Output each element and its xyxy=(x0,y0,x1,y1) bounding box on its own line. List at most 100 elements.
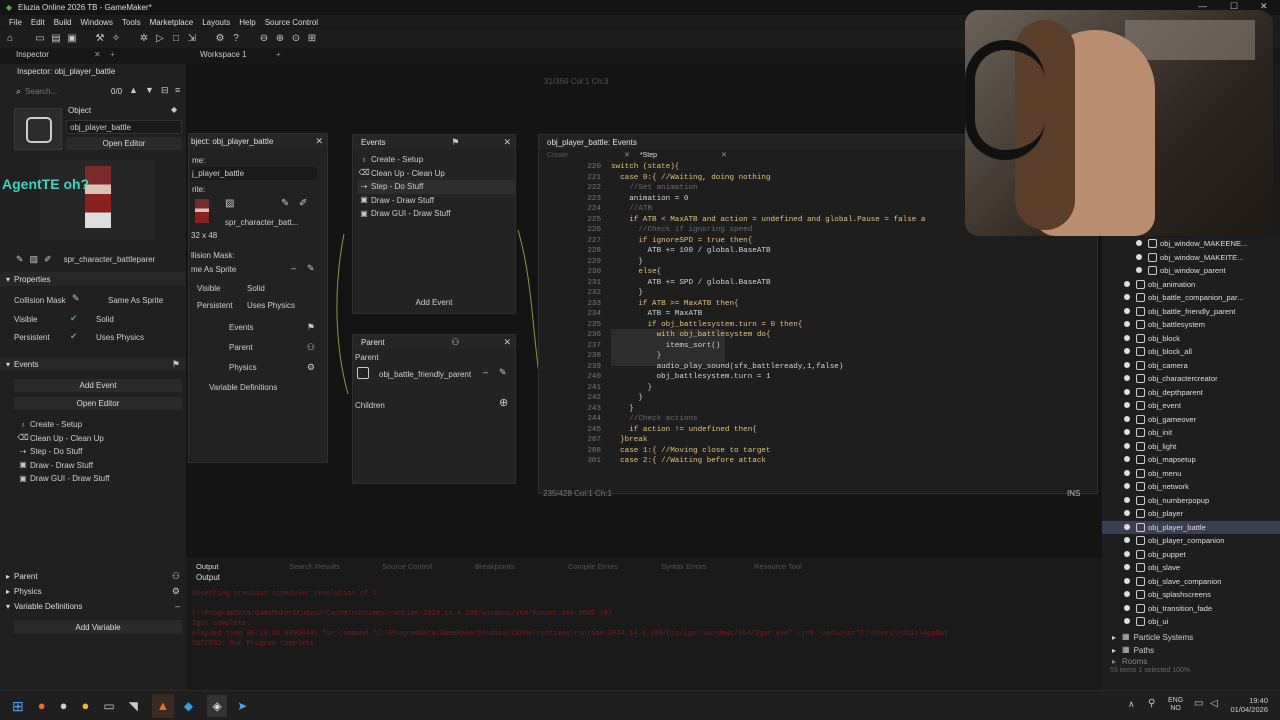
sprite-value[interactable]: spr_character_batt... xyxy=(225,218,298,227)
resource-item[interactable]: obj_gameover xyxy=(1102,413,1280,427)
hierarchy-icon[interactable]: ⚇ xyxy=(451,337,459,347)
resource-item[interactable]: obj_mapsetup xyxy=(1102,453,1280,467)
menu-marketplace[interactable]: Marketplace xyxy=(150,18,194,27)
parent-button[interactable]: Parent ⚇ xyxy=(189,339,319,355)
code-line[interactable]: if ATB >= MaxATB then{ xyxy=(611,299,1091,310)
resource-item[interactable]: obj_block xyxy=(1102,332,1280,346)
resource-item[interactable]: obj_window_MAKEITE... xyxy=(1102,251,1280,265)
name-field[interactable]: j_player_battle xyxy=(191,167,317,180)
menu-build[interactable]: Build xyxy=(54,18,72,27)
menu-help[interactable]: Help xyxy=(239,18,255,27)
zoom-in-icon[interactable]: ⊕ xyxy=(272,31,288,47)
clean-icon[interactable]: ✧ xyxy=(108,31,124,47)
edit-sprite-icon[interactable]: ✎ xyxy=(281,199,289,209)
menu-windows[interactable]: Windows xyxy=(80,18,112,27)
output-tab[interactable]: Compile Errors xyxy=(558,562,651,571)
folder-rooms[interactable]: ▸ Rooms xyxy=(1102,657,1280,667)
chevron-down-icon[interactable]: ▼ xyxy=(145,86,154,95)
zoom-out-icon[interactable]: ⊖ xyxy=(256,31,272,47)
collision-mask-value[interactable]: me As Sprite xyxy=(191,265,236,274)
persistent-checkbox[interactable]: ✔ xyxy=(70,331,78,342)
list-item[interactable]: ⇢ Step - Do Stuff xyxy=(16,445,186,459)
list-item[interactable]: ⌫ Clean Up - Clean Up xyxy=(357,167,515,181)
physics-section[interactable]: ▸ Physics ⚙ xyxy=(0,584,186,598)
list-item[interactable]: ⇢ Step - Do Stuff xyxy=(357,180,515,194)
events-header[interactable]: ▾ Events ⚑ xyxy=(0,357,186,371)
run-icon[interactable]: ▷ xyxy=(152,31,168,47)
save-icon[interactable]: ▣ xyxy=(64,31,80,47)
open-editor-events-button[interactable]: Open Editor xyxy=(14,397,182,410)
list-item[interactable]: ♁ Create - Setup xyxy=(357,153,515,167)
resource-item[interactable]: obj_event xyxy=(1102,399,1280,413)
code-line[interactable]: } xyxy=(611,404,1091,415)
code-line[interactable]: } xyxy=(611,351,1091,362)
list-item[interactable]: ▣ Draw GUI - Draw Stuff xyxy=(357,207,515,221)
visible-checkbox[interactable]: ✔ xyxy=(70,313,78,324)
resource-item[interactable]: obj_window_parent xyxy=(1102,264,1280,278)
resource-item[interactable]: obj_light xyxy=(1102,440,1280,454)
code-line[interactable]: } xyxy=(611,257,1091,268)
resource-item[interactable]: obj_network xyxy=(1102,480,1280,494)
clock[interactable]: 19:40 01/04/2026 xyxy=(1226,696,1268,714)
chevron-up-icon[interactable]: ▲ xyxy=(129,86,138,95)
windows-start-icon[interactable]: ⊞ xyxy=(12,699,24,713)
resource-item[interactable]: obj_init xyxy=(1102,426,1280,440)
physics-button[interactable]: Physics ⚙ xyxy=(189,359,319,375)
search-input[interactable]: Search... xyxy=(25,87,57,96)
object-name-field[interactable]: obj_player_battle xyxy=(66,120,182,134)
menu-tools[interactable]: Tools xyxy=(122,18,141,27)
chevron-up-icon[interactable]: ∧ xyxy=(1128,700,1135,709)
edit-mask-icon[interactable]: ✎ xyxy=(72,294,80,303)
language-indicator[interactable]: ENG NO xyxy=(1168,697,1183,713)
resource-item[interactable]: obj_battle_friendly_parent xyxy=(1102,305,1280,319)
close-icon[interactable]: ✕ xyxy=(624,151,630,159)
grid-icon[interactable]: ⊞ xyxy=(304,31,320,47)
list-item[interactable]: ▣ Draw - Draw Stuff xyxy=(16,459,186,473)
collision-mask-value[interactable]: Same As Sprite xyxy=(108,296,163,305)
resource-item[interactable]: obj_charactercreator xyxy=(1102,372,1280,386)
code-line[interactable]: ATB += SPD / global.BaseATB xyxy=(611,278,1091,289)
resource-item[interactable]: obj_camera xyxy=(1102,359,1280,373)
resource-item[interactable]: obj_battle_companion_par... xyxy=(1102,291,1280,305)
telegram-icon[interactable]: ➤ xyxy=(237,700,247,712)
open-editor-button[interactable]: Open Editor xyxy=(66,137,182,150)
list-item[interactable]: ▣ Draw GUI - Draw Stuff xyxy=(16,472,186,486)
code-line[interactable]: } xyxy=(611,288,1091,299)
resource-item[interactable]: obj_depthparent xyxy=(1102,386,1280,400)
gamemaker-taskbar-icon[interactable]: ◈ xyxy=(207,694,228,717)
resource-item[interactable]: obj_puppet xyxy=(1102,548,1280,562)
tag-icon[interactable]: ◆ xyxy=(171,106,177,114)
resource-item[interactable]: obj_menu xyxy=(1102,467,1280,481)
code-line[interactable]: audio_play_sound(sfx_battleready,1,false… xyxy=(611,362,1091,373)
chrome-icon[interactable]: ● xyxy=(81,699,89,712)
app-icon[interactable]: ◥ xyxy=(129,700,138,712)
code-line[interactable]: obj_battlesystem.turn = 1 xyxy=(611,372,1091,383)
code-line[interactable]: if obj_battlesystem.turn = 0 then{ xyxy=(611,320,1091,331)
open-folder-icon[interactable]: ▤ xyxy=(48,31,64,47)
resource-item[interactable]: obj_numberpopup xyxy=(1102,494,1280,508)
close-icon[interactable]: ✕ xyxy=(503,337,511,347)
output-tab[interactable]: Output xyxy=(186,562,279,571)
output-tab[interactable]: Source Control xyxy=(372,562,465,571)
resource-item[interactable]: obj_player_battle xyxy=(1102,520,1280,534)
target-settings-icon[interactable]: ⚙ xyxy=(212,31,228,47)
close-icon[interactable]: ✕ xyxy=(721,151,727,159)
edit-sprite-icon[interactable]: ✎ xyxy=(16,254,24,264)
pencil-icon[interactable]: ✐ xyxy=(299,199,307,209)
output-tab[interactable]: Resource Tool xyxy=(744,562,837,571)
image-icon[interactable]: ▨ xyxy=(30,254,39,264)
output-tab[interactable]: Search Results xyxy=(279,562,372,571)
resource-item[interactable]: obj_slave xyxy=(1102,561,1280,575)
close-icon[interactable]: ✕ xyxy=(315,136,323,146)
output-tab[interactable]: Syntax Errors xyxy=(651,562,744,571)
code-line[interactable]: case 1:{ //Moving close to target xyxy=(611,446,1091,457)
add-workspace-tab[interactable]: + xyxy=(276,50,281,63)
tab-create[interactable]: Create xyxy=(547,152,568,159)
add-inspector-tab[interactable]: + xyxy=(110,50,115,63)
vlc-icon[interactable]: ▲ xyxy=(151,693,174,718)
help-icon[interactable]: ? xyxy=(228,31,244,47)
edit-mask-icon[interactable]: ✎ xyxy=(307,264,315,273)
parent-value[interactable]: obj_battle_friendly_parent xyxy=(379,370,471,379)
tab-workspace-1[interactable]: Workspace 1 xyxy=(200,50,247,63)
github-icon[interactable]: ● xyxy=(60,699,68,712)
